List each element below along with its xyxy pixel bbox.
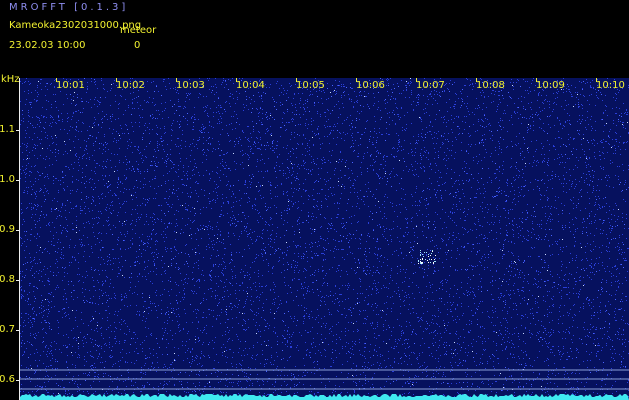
- y-tick-label: 1.0: [0, 174, 15, 185]
- app-title: MROFFT [0.1.3]: [9, 2, 129, 13]
- y-tick: 0.7: [0, 324, 20, 342]
- y-tick-label: 0.9: [0, 224, 15, 235]
- y-tick: 0.8: [0, 274, 20, 292]
- meteor-label: meteor: [120, 25, 157, 36]
- power-trace: [20, 394, 629, 400]
- spectrogram-canvas: [20, 78, 629, 400]
- datetime-label: 23.02.03 10:00: [9, 40, 86, 51]
- noise-layer: [20, 78, 629, 400]
- y-tick-label: 0.7: [0, 324, 15, 335]
- y-tick: 1.1: [0, 124, 20, 142]
- y-tick-label: 0.6: [0, 374, 15, 385]
- y-axis: 1.1 1.0 0.9 0.8 0.7 0.6: [0, 78, 20, 400]
- spectrogram-plot[interactable]: [20, 78, 629, 400]
- meteor-count: 0: [134, 40, 141, 51]
- y-tick: 1.0: [0, 174, 20, 192]
- y-tick-label: 1.1: [0, 124, 15, 135]
- mrofft-window: MROFFT [0.1.3] Kameoka2302031000.png met…: [0, 0, 629, 400]
- y-tick: 0.9: [0, 224, 20, 242]
- y-tick: 0.6: [0, 374, 20, 392]
- y-tick-label: 0.8: [0, 274, 15, 285]
